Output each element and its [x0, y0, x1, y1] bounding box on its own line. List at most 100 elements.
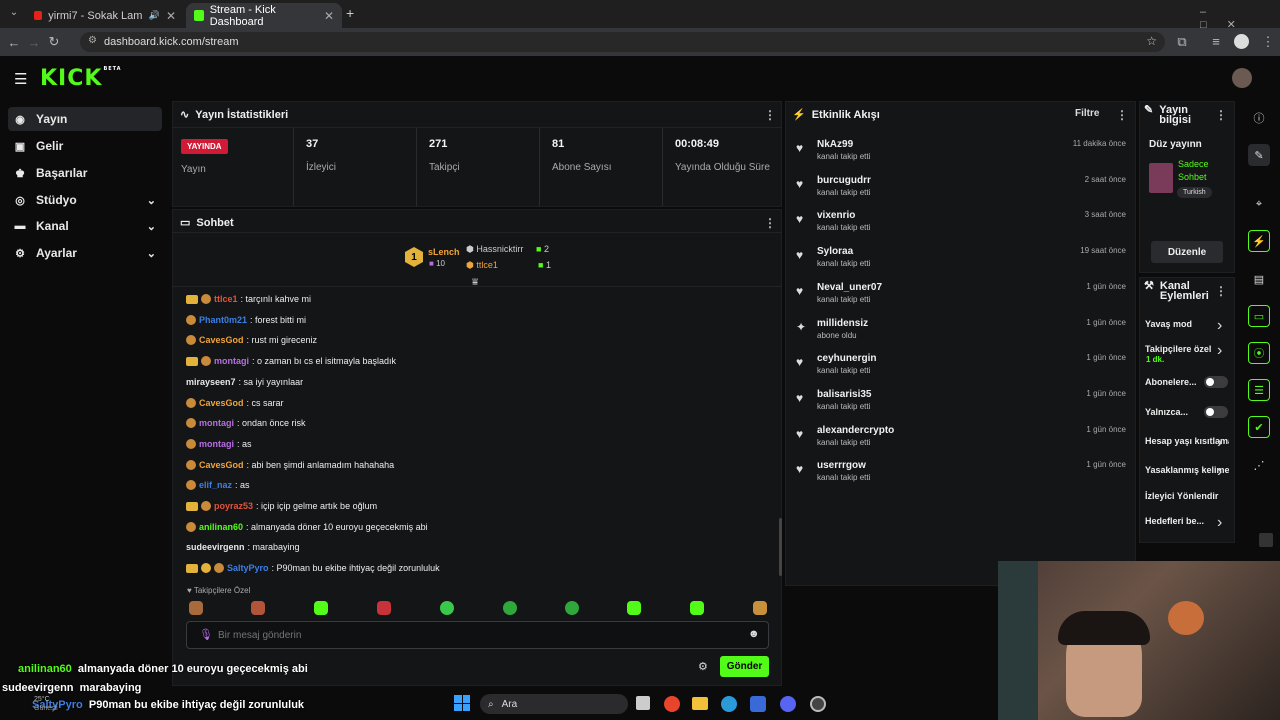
- event-username[interactable]: balisarisi35: [817, 389, 871, 400]
- events-filter-button[interactable]: Filtre: [1075, 108, 1099, 119]
- event-username[interactable]: Syloraa: [817, 246, 853, 257]
- event-username[interactable]: NkAz99: [817, 139, 853, 150]
- send-button[interactable]: Gönder: [720, 656, 769, 677]
- server-icon[interactable]: ☰: [1248, 379, 1270, 401]
- close-icon[interactable]: ✕: [166, 9, 176, 23]
- category-name[interactable]: Sadece Sohbet: [1178, 158, 1226, 184]
- event-item[interactable]: ♥ ceyhunergin kanalı takip etti 1 gün önce: [796, 353, 1126, 387]
- info-icon[interactable]: ⓘ: [1248, 107, 1270, 129]
- user-avatar[interactable]: [1232, 68, 1252, 88]
- chevron-right-icon[interactable]: ›: [1217, 463, 1222, 481]
- target-icon[interactable]: ⌖: [1248, 193, 1270, 215]
- nav-item-studyo[interactable]: ◎ Stüdyo ⌄: [8, 188, 162, 212]
- wrench-icon[interactable]: ✔: [1248, 416, 1270, 438]
- chat-username[interactable]: CavesGod: [199, 335, 244, 345]
- chrome-icon[interactable]: [664, 696, 680, 712]
- media-icon[interactable]: ≡: [1206, 34, 1226, 49]
- emote[interactable]: [251, 601, 265, 615]
- emote[interactable]: [627, 601, 641, 615]
- chat-username[interactable]: sudeevirgenn: [186, 542, 245, 552]
- obs-icon[interactable]: [810, 696, 826, 712]
- chat-username[interactable]: poyraz53: [214, 501, 253, 511]
- chat-message-input[interactable]: [218, 627, 738, 643]
- chat-settings-gear-icon[interactable]: ⚙: [698, 660, 708, 673]
- emote[interactable]: [189, 601, 203, 615]
- site-info-icon[interactable]: ⚙: [88, 35, 97, 46]
- chevron-right-icon[interactable]: ›: [1217, 514, 1222, 532]
- tab-search-icon[interactable]: ⌄: [4, 7, 24, 18]
- nav-item-kanal[interactable]: ▬ Kanal ⌄: [8, 214, 162, 238]
- document-icon[interactable]: ▤: [1248, 268, 1270, 290]
- stats-menu-icon[interactable]: ⋮: [764, 108, 776, 122]
- chat-username[interactable]: montagi: [199, 418, 234, 428]
- chat-username[interactable]: CavesGod: [199, 398, 244, 408]
- event-item[interactable]: ✦ millidensiz abone oldu 1 gün önce: [796, 318, 1126, 352]
- toggle-switch[interactable]: [1204, 376, 1228, 388]
- event-item[interactable]: ♥ NkAz99 kanalı takip etti 11 dakika önce: [796, 139, 1126, 173]
- bolt-icon[interactable]: ⚡: [1248, 230, 1270, 252]
- event-item[interactable]: ♥ vixenrio kanalı takip etti 3 saat önce: [796, 210, 1126, 244]
- event-username[interactable]: millidensiz: [817, 318, 868, 329]
- chat-scrollbar[interactable]: [779, 518, 782, 576]
- chat-username[interactable]: CavesGod: [199, 460, 244, 470]
- edit-stream-button[interactable]: Düzenle: [1151, 241, 1223, 263]
- chat-menu-icon[interactable]: ⋮: [764, 216, 776, 230]
- reload-icon[interactable]: ↻: [44, 34, 64, 50]
- event-username[interactable]: ceyhunergin: [817, 353, 876, 364]
- broadcast-icon[interactable]: ⦿: [1248, 342, 1270, 364]
- chevron-right-icon[interactable]: ›: [1217, 434, 1222, 452]
- close-icon[interactable]: ✕: [324, 9, 334, 23]
- emote[interactable]: [565, 601, 579, 615]
- file-explorer-icon[interactable]: [692, 697, 708, 710]
- forward-icon[interactable]: →: [24, 35, 44, 50]
- chat-username[interactable]: montagi: [214, 356, 249, 366]
- emoji-icon[interactable]: ☻: [748, 628, 760, 640]
- stream-info-menu-icon[interactable]: ⋮: [1215, 108, 1227, 122]
- emote[interactable]: [753, 601, 767, 615]
- event-username[interactable]: vixenrio: [817, 210, 855, 221]
- kick-logo[interactable]: KICKBETA: [40, 66, 122, 91]
- event-item[interactable]: ♥ Syloraa kanalı takip etti 19 saat önce: [796, 246, 1126, 280]
- profile-avatar[interactable]: [1234, 34, 1249, 49]
- chat-username[interactable]: SaltyPyro: [227, 563, 269, 573]
- event-username[interactable]: Neval_uner07: [817, 282, 882, 293]
- address-bar[interactable]: ⚙ dashboard.kick.com/stream ☆: [80, 32, 1165, 52]
- chevron-right-icon[interactable]: ›: [1217, 342, 1222, 360]
- chat-username[interactable]: Phant0m21: [199, 315, 247, 325]
- emote[interactable]: [440, 601, 454, 615]
- events-menu-icon[interactable]: ⋮: [1116, 108, 1128, 122]
- extensions-icon[interactable]: ⧉: [1172, 34, 1192, 50]
- event-item[interactable]: ♥ Neval_uner07 kanalı takip etti 1 gün önce: [796, 282, 1126, 316]
- share-icon[interactable]: ⋰: [1248, 454, 1270, 476]
- chat-username[interactable]: montagi: [199, 439, 234, 449]
- chat-username[interactable]: ttlce1: [214, 294, 238, 304]
- store-icon[interactable]: [750, 696, 766, 712]
- channel-actions-menu-icon[interactable]: ⋮: [1215, 284, 1227, 298]
- collapse-rail-icon[interactable]: [1259, 533, 1273, 547]
- menu-dots-icon[interactable]: ⋮: [1258, 34, 1278, 50]
- leader-top-user[interactable]: sLench: [428, 247, 460, 257]
- event-username[interactable]: userrrgow: [817, 460, 866, 471]
- chat-username[interactable]: mirayseen7: [186, 377, 236, 387]
- browser-tab-kick[interactable]: Stream - Kick Dashboard ✕: [186, 3, 342, 28]
- nav-item-basarilar[interactable]: ♚ Başarılar: [8, 161, 162, 185]
- event-username[interactable]: alexandercrypto: [817, 425, 894, 436]
- emote[interactable]: [377, 601, 391, 615]
- browser-tab-youtube[interactable]: yirmi7 - Sokak Lambası - Yo 🔊 ✕: [26, 3, 184, 28]
- nav-item-ayarlar[interactable]: ⚙ Ayarlar ⌄: [8, 241, 162, 265]
- nav-item-gelir[interactable]: ▣ Gelir: [8, 134, 162, 158]
- new-tab-icon[interactable]: +: [346, 5, 354, 21]
- chat-icon[interactable]: ▭: [1248, 305, 1270, 327]
- taskbar-search[interactable]: ⌕ Ara: [480, 694, 628, 714]
- event-username[interactable]: burcugudrr: [817, 175, 871, 186]
- bookmark-star-icon[interactable]: ☆: [1146, 34, 1157, 48]
- chevron-right-icon[interactable]: ›: [1217, 317, 1222, 335]
- task-view-icon[interactable]: [636, 696, 650, 710]
- discord-icon[interactable]: [780, 696, 796, 712]
- event-item[interactable]: ♥ burcugudrr kanalı takip etti 2 saat önce: [796, 175, 1126, 209]
- emote[interactable]: [314, 601, 328, 615]
- toggle-switch[interactable]: [1204, 406, 1228, 418]
- leader-user2[interactable]: ⬢ Hassnicktirr: [466, 244, 523, 255]
- back-icon[interactable]: ←: [4, 35, 24, 50]
- edge-icon[interactable]: [721, 696, 737, 712]
